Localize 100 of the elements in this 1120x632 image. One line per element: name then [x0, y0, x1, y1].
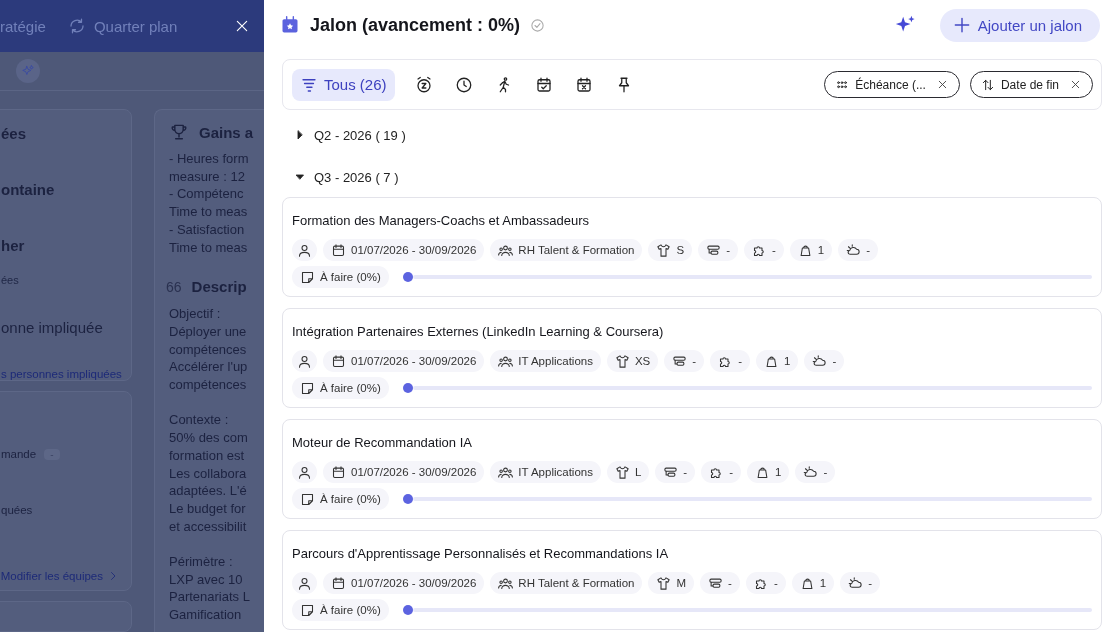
people-text: onne impliquée — [1, 318, 104, 338]
bag-icon — [763, 353, 779, 369]
date-chip: 01/07/2026 - 30/09/2026 — [323, 350, 485, 372]
team-chip: RH Talent & Formation — [490, 239, 643, 261]
t-shirt-icon — [614, 464, 630, 480]
weight-chip: 1 — [791, 572, 835, 594]
size-chip: L — [606, 461, 650, 483]
weight-chip: 1 — [747, 461, 790, 483]
dependency-chip: - — [744, 239, 784, 261]
person-icon — [297, 575, 312, 591]
cloud-sun-icon — [803, 464, 819, 480]
status-chip: À faire (0%) — [292, 599, 389, 621]
note-icon — [300, 602, 315, 618]
calendar-x-icon — [574, 75, 593, 94]
t-shirt-icon — [614, 353, 630, 369]
alarm-clock-icon — [414, 75, 433, 94]
tasks-chip: - — [664, 350, 705, 372]
team-chip: IT Applications — [490, 461, 601, 483]
size-chip: M — [648, 572, 695, 594]
t-shirt-icon — [656, 242, 672, 258]
people-icon — [498, 575, 514, 591]
people-text: her — [1, 236, 26, 256]
status-chip: À faire (0%) — [292, 488, 389, 510]
size-chip: XS — [606, 350, 659, 372]
gains-text: - Heures form measure : 12 - Compétenc Time to meas - Satisfaction Time to meas — [169, 150, 250, 257]
date-chip: 01/07/2026 - 30/09/2026 — [323, 572, 485, 594]
people-icon — [498, 464, 514, 480]
drawer-title: Jalon (avancement : 0%) — [310, 14, 521, 36]
note-icon — [300, 491, 315, 507]
people-icon — [498, 242, 514, 258]
people-text: ées — [1, 124, 28, 144]
calendar-icon — [331, 464, 346, 480]
section-title: Gains a — [199, 123, 254, 141]
cloud-sun-icon — [812, 353, 828, 369]
add-milestone-button[interactable]: Ajouter un jalon — [939, 8, 1100, 42]
t-shirt-icon — [656, 575, 672, 591]
trophy-icon — [169, 122, 189, 142]
dependency-chip: - — [710, 350, 750, 372]
people-icon — [498, 353, 514, 369]
dependency-chip: - — [701, 461, 742, 483]
milestone-title: Moteur de Recommandation IA — [292, 434, 473, 451]
close-icon — [1069, 78, 1082, 91]
status-chip: À faire (0%) — [292, 266, 389, 288]
tasks-chip: - — [698, 239, 738, 261]
note-icon — [300, 269, 315, 285]
teams-label: mande — [1, 448, 37, 460]
team-chip: RH Talent & Formation — [490, 572, 643, 594]
filter-tab[interactable]: Tous (26) — [292, 68, 395, 101]
calendar-check-icon — [534, 75, 553, 94]
calendar-icon — [331, 242, 346, 258]
weather-chip: - — [838, 239, 879, 261]
group-header[interactable]: Q2 - 2026 ( 19 ) — [282, 114, 406, 156]
section-title: Descrip — [191, 278, 247, 296]
milestone-card[interactable]: Intégration Partenaires Externes (LinkedIn Learning & Coursera) 01/07/2026 - 30/09/2026 IT Applications XS - - 1 - À faire (0%) — [282, 308, 1102, 408]
tasks-chip: - — [700, 572, 740, 594]
filter-chip[interactable]: Date de fin — [969, 71, 1093, 98]
sort-arrows-icon — [980, 77, 995, 92]
milestone-card[interactable]: Parcours d'Apprentissage Personnalisés et Recommandations IA 01/07/2026 - 30/09/2026 RH Talent & Formation M - - 1 - À faire (0%) — [282, 530, 1102, 630]
person-icon — [297, 464, 312, 480]
cloud-sun-icon — [846, 242, 862, 258]
calendar-star-icon — [280, 15, 300, 35]
close-icon — [234, 18, 250, 34]
note-icon — [300, 380, 315, 396]
count-badge: - — [44, 448, 60, 460]
date-chip: 01/07/2026 - 30/09/2026 — [323, 239, 485, 261]
calendar-icon — [331, 353, 346, 369]
description-text: Contexte : 50% des com formation est Les collabora adaptées. L'é Le budget for et accessibilit — [169, 411, 249, 536]
milestone-card[interactable]: Moteur de Recommandation IA 01/07/2026 - 30/09/2026 IT Applications L - - 1 - À faire (0%) — [282, 419, 1102, 519]
milestone-card[interactable]: Formation des Managers-Coachs et Ambassadeurs 01/07/2026 - 30/09/2026 RH Talent & Formation S - - 1 - À faire (0%) — [282, 197, 1102, 297]
person-icon — [297, 242, 312, 258]
calendar-icon — [331, 575, 346, 591]
description-text: Périmètre : LXP avec 10 Partenariats L Gamification — [169, 553, 251, 624]
people-text: ontaine — [1, 180, 56, 200]
weather-chip: - — [795, 461, 836, 483]
bag-icon — [755, 464, 771, 480]
size-chip: S — [648, 239, 693, 261]
bag-icon — [799, 575, 815, 591]
clock-icon — [454, 75, 473, 94]
milestone-title: Parcours d'Apprentissage Personnalisés et Recommandations IA — [292, 545, 670, 562]
stacked-bars-icon — [706, 242, 722, 258]
date-chip: 01/07/2026 - 30/09/2026 — [323, 461, 485, 483]
milestone-title: Intégration Partenaires Externes (LinkedIn Learning & Coursera) — [292, 323, 665, 340]
group-header[interactable]: Q3 - 2026 ( 7 ) — [282, 156, 399, 198]
description-text: Objectif : Déployer une compétences Accélérer l'up compétences — [169, 305, 249, 394]
milestone-title: Formation des Managers-Coachs et Ambassadeurs — [292, 212, 590, 229]
sync-icon — [67, 17, 86, 35]
dependency-chip: - — [745, 572, 786, 594]
check-circle-icon — [530, 17, 546, 33]
stacked-bars-icon — [672, 353, 688, 369]
sparkle-icon — [21, 64, 35, 78]
person-icon — [297, 353, 312, 369]
teams-label: quées — [1, 504, 33, 516]
cloud-sun-icon — [848, 575, 864, 591]
filter-chip[interactable]: Échéance (... — [824, 71, 960, 98]
weather-chip: - — [840, 572, 880, 594]
weight-chip: 1 — [789, 239, 833, 261]
tasks-chip: - — [655, 461, 696, 483]
bag-icon — [797, 242, 813, 258]
team-chip: IT Applications — [490, 350, 601, 372]
stacked-bars-icon — [663, 464, 679, 480]
